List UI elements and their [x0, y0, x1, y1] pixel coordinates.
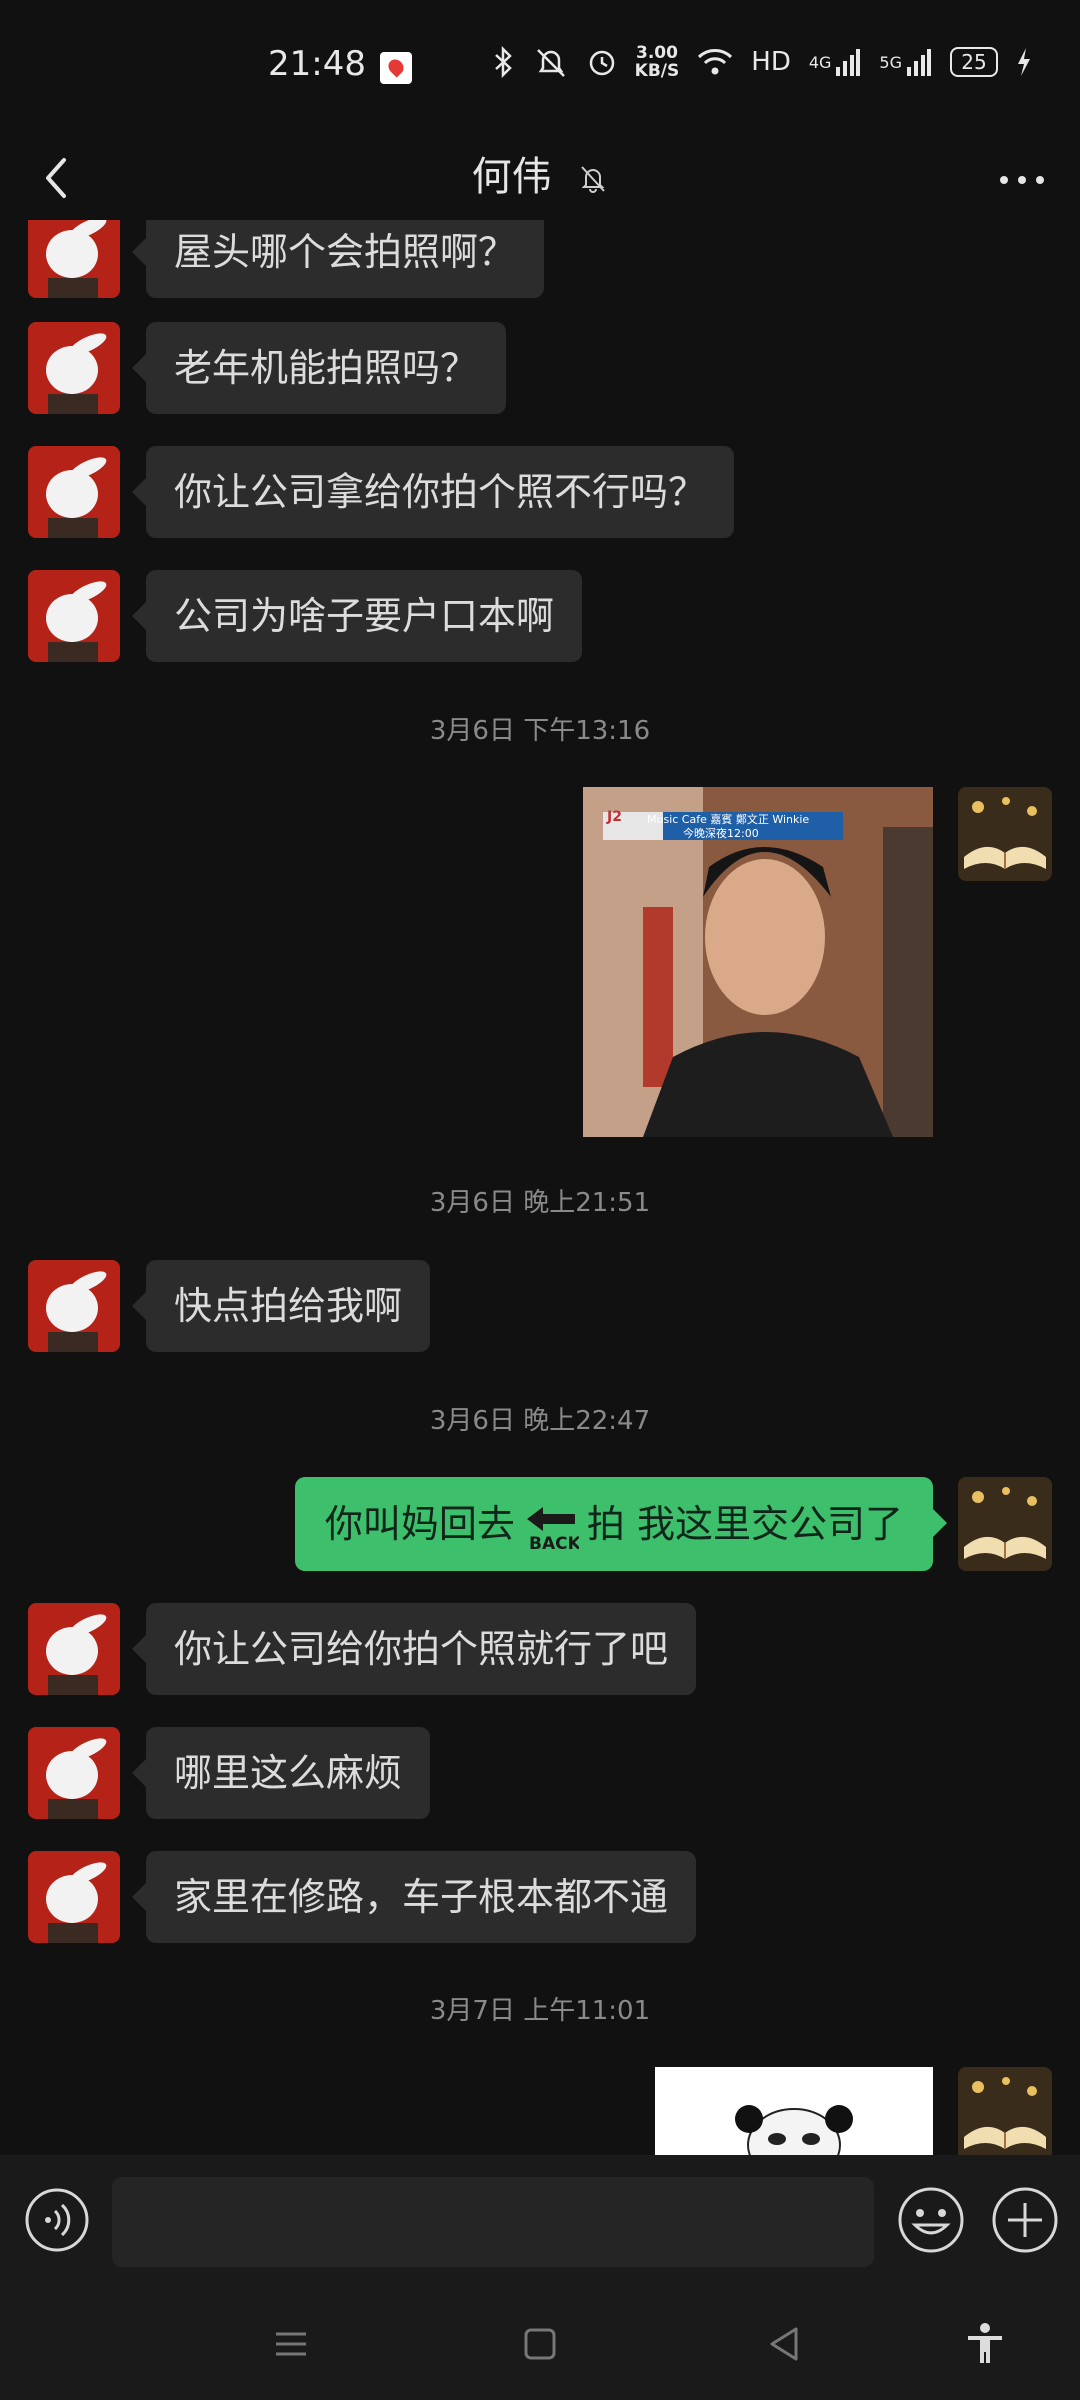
image-message[interactable]: J2 Music Cafe 嘉賓 鄭文正 Winkie 今晚深夜12:00 — [583, 787, 933, 1137]
emoji-icon[interactable] — [896, 2185, 966, 2255]
message-row: 老年机能拍照吗？ — [0, 322, 1080, 414]
chat-title: 何伟 — [471, 154, 552, 200]
message-row: 你让公司拿给你拍个照不行吗？ — [0, 446, 1080, 538]
message-row — [0, 2067, 1080, 2155]
message-row: 你叫妈回去 BACK 拍 我这里交公司了 — [0, 1477, 1080, 1571]
home-icon[interactable] — [515, 2319, 565, 2369]
time-separator: 3月7日 上午11:01 — [429, 1996, 651, 2026]
time-separator: 3月6日 晚上21:51 — [429, 1188, 651, 1218]
panda-meme-image — [655, 2067, 933, 2155]
message-input[interactable] — [112, 2177, 874, 2267]
signal-icon — [836, 49, 861, 76]
my-avatar[interactable] — [958, 787, 1052, 881]
net-4g-label: 4G — [808, 52, 832, 72]
message-bubble[interactable]: 快点拍给我啊 — [131, 1260, 431, 1352]
contact-avatar[interactable] — [28, 446, 120, 538]
chat-title-area: 何伟 — [0, 144, 1080, 202]
alarm-icon — [589, 50, 614, 76]
back-icon[interactable] — [760, 2319, 810, 2369]
message-list[interactable]: 屋头哪个会拍照啊？ 老年机能拍照吗？ 你让公司拿给你拍个照不行吗？ 公司为啥子要… — [0, 220, 1080, 2155]
plus-icon[interactable] — [990, 2185, 1060, 2255]
message-row: J2 Music Cafe 嘉賓 鄭文正 Winkie 今晚深夜12:00 — [0, 787, 1080, 1137]
time-separator: 3月6日 下午13:16 — [429, 716, 651, 746]
contact-avatar[interactable] — [28, 570, 120, 662]
message-row: 快点拍给我啊 — [0, 1260, 1080, 1352]
message-row: 哪里这么麻烦 — [0, 1727, 1080, 1819]
contact-avatar[interactable] — [28, 1851, 120, 1943]
time-separator: 3月6日 晚上22:47 — [429, 1406, 651, 1436]
message-bubble[interactable]: 家里在修路，车子根本都不通 — [131, 1851, 697, 1943]
my-avatar[interactable] — [958, 2067, 1052, 2155]
back-arrow-sticker-icon: BACK — [526, 1506, 579, 1553]
contact-avatar[interactable] — [28, 1603, 120, 1695]
message-row: 你让公司给你拍个照就行了吧 — [0, 1603, 1080, 1695]
contact-avatar[interactable] — [28, 322, 120, 414]
system-nav-bar — [0, 2285, 1080, 2400]
mute-vibrate-icon — [536, 49, 565, 77]
message-bubble[interactable]: 公司为啥子要户口本啊 — [131, 570, 583, 662]
net-5g-label: 5G — [879, 52, 902, 72]
contact-avatar[interactable] — [28, 220, 120, 298]
voice-icon[interactable] — [24, 2187, 90, 2253]
speed-value: 3.00 — [635, 43, 678, 63]
status-bar: 21:48 3.00 KB/S HD 4G 5G 25 — [0, 0, 1080, 130]
message-bubble[interactable]: 屋头哪个会拍照啊？ — [131, 220, 545, 298]
wifi-icon — [698, 49, 733, 75]
input-bar — [0, 2155, 1080, 2285]
message-bubble[interactable]: 哪里这么麻烦 — [131, 1727, 431, 1819]
status-icons: 3.00 KB/S HD 4G 5G 25 — [493, 44, 1032, 80]
message-bubble[interactable]: 你让公司给你拍个照就行了吧 — [131, 1603, 697, 1695]
message-row: 屋头哪个会拍照啊？ — [0, 220, 1080, 298]
menu-icon[interactable] — [266, 2319, 316, 2369]
signal-icon — [907, 49, 931, 76]
hd-label: HD — [751, 47, 791, 77]
message-text-after: 拍 我这里交公司了 — [586, 1502, 903, 1546]
image-overlay-logo: J2 — [607, 809, 622, 825]
message-row: 公司为啥子要户口本啊 — [0, 570, 1080, 662]
more-dots-icon[interactable] — [992, 150, 1052, 210]
my-message-bubble[interactable]: 你叫妈回去 BACK 拍 我这里交公司了 — [294, 1477, 948, 1571]
status-time: 21:48 — [268, 44, 366, 84]
message-text-before: 你叫妈回去 — [324, 1502, 515, 1546]
message-bubble[interactable]: 老年机能拍照吗？ — [131, 322, 507, 414]
battery-icon: 25 — [950, 47, 998, 77]
charging-icon — [1018, 48, 1030, 76]
bluetooth-icon — [494, 46, 512, 78]
speed-unit: KB/S — [634, 61, 680, 81]
message-row: 家里在修路，车子根本都不通 — [0, 1851, 1080, 1943]
notification-app-icon — [380, 52, 412, 84]
accessibility-icon[interactable] — [960, 2319, 1010, 2369]
image-message[interactable] — [655, 2067, 933, 2155]
message-bubble[interactable]: 你让公司拿给你拍个照不行吗？ — [131, 446, 735, 538]
contact-avatar[interactable] — [28, 1260, 120, 1352]
contact-avatar[interactable] — [28, 1727, 120, 1819]
chat-header: 何伟 — [0, 130, 1080, 230]
back-sticker-text: BACK — [529, 1534, 579, 1553]
mute-bell-icon — [581, 166, 606, 193]
network-speed: 3.00 KB/S — [635, 44, 680, 80]
image-overlay-subtext: 今晚深夜12:00 — [683, 827, 759, 840]
my-avatar[interactable] — [958, 1477, 1052, 1571]
